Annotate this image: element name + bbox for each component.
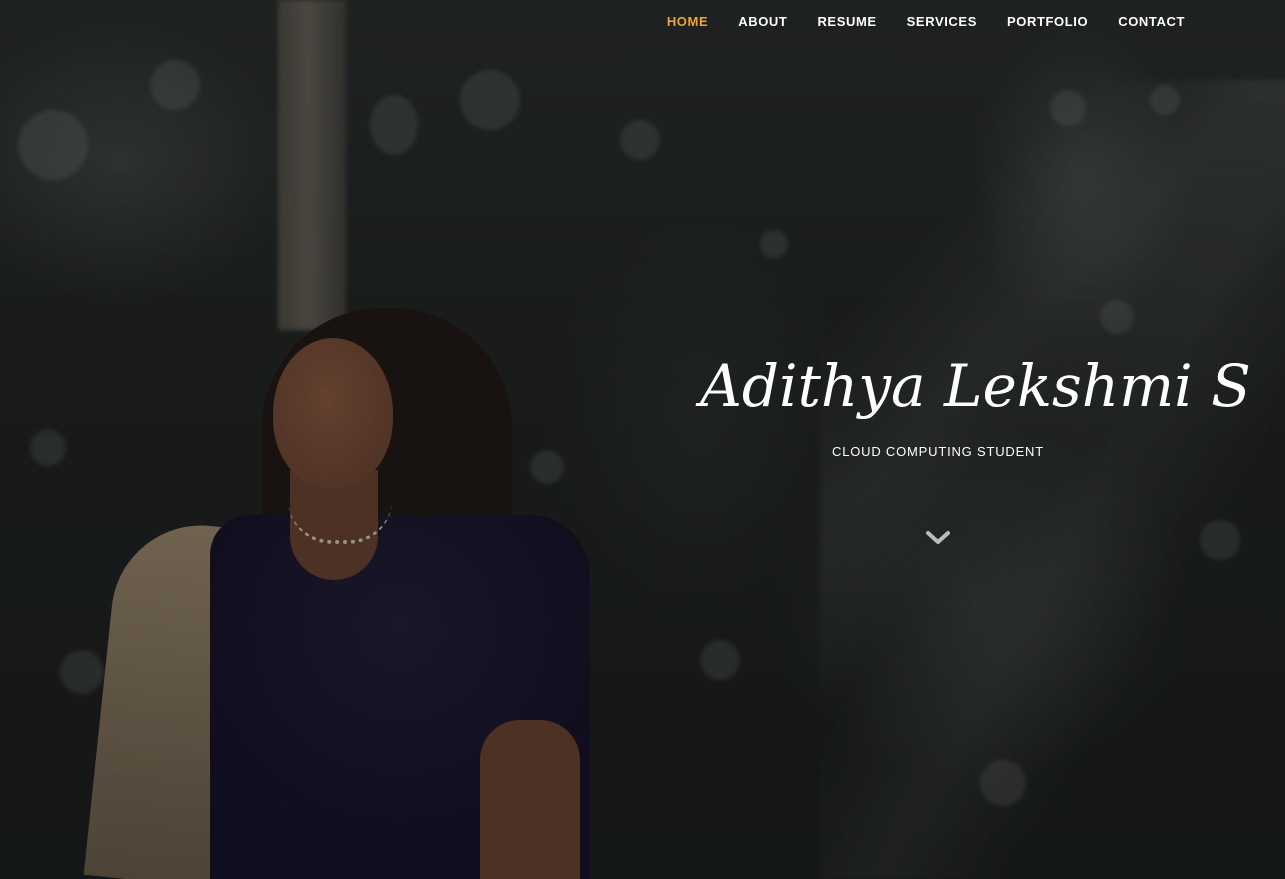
dark-overlay	[0, 0, 1285, 879]
hero-tagline: CLOUD COMPUTING STUDENT	[832, 444, 1044, 459]
nav-about[interactable]: ABOUT	[738, 14, 787, 29]
hero-section	[0, 0, 1285, 879]
hero-name: Adithya Lekshmi S	[700, 352, 1251, 420]
chevron-down-icon	[926, 531, 950, 544]
nav-services[interactable]: SERVICES	[907, 14, 977, 29]
nav-home[interactable]: HOME	[667, 14, 708, 29]
scroll-down-button[interactable]	[924, 528, 952, 548]
nav-contact[interactable]: CONTACT	[1118, 14, 1185, 29]
nav-portfolio[interactable]: PORTFOLIO	[1007, 14, 1088, 29]
nav-resume[interactable]: RESUME	[817, 14, 876, 29]
main-nav: HOME ABOUT RESUME SERVICES PORTFOLIO CON…	[667, 14, 1185, 29]
